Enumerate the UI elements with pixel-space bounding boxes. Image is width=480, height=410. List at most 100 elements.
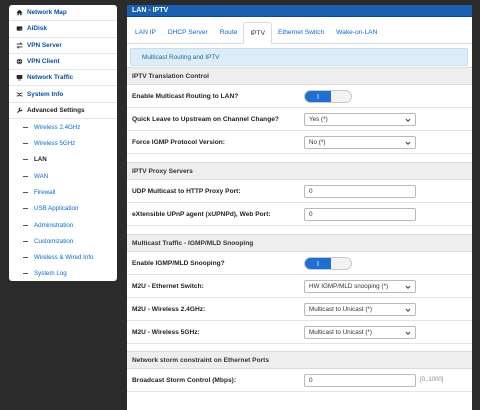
chevron-down-icon [405,331,411,335]
row-m2u-wireless-24: M2U - Wireless 2.4GHz: Multicast to Unic… [127,298,472,321]
toggle-on-indicator: I [305,257,331,269]
page-title: LAN - IPTV [127,5,472,17]
sidebar-subitem-wireless-24[interactable]: Wireless 2.4GHz [9,119,117,135]
tab-dhcp-server[interactable]: DHCP Server [162,21,214,43]
row-force-igmp: Force IGMP Protocol Version: No (*) [127,131,472,154]
sidebar-item-label: System Info [27,90,64,98]
sidebar-item-label: AiDisk [27,25,47,33]
sidebar-item-network-traffic[interactable]: Network Traffic [9,70,117,87]
input-value: 0 [309,187,313,195]
chevron-down-icon [405,118,411,122]
m2u-wireless-5-select[interactable]: Multicast to Unicast (*) [304,325,416,339]
sidebar-subitem-label: WAN [34,172,49,180]
m2u-ethernet-select[interactable]: HW IGMP/MLD snooping (*) [304,279,416,293]
section-heading: IPTV Translation Control [127,67,472,85]
sidebar-subitem-customization[interactable]: Customization [9,233,117,249]
dash-icon [23,257,28,259]
dash-icon [23,159,28,161]
sidebar-subitem-administration[interactable]: Administration [9,217,117,233]
toggle-on-indicator: I [305,90,331,102]
igmp-snooping-toggle[interactable]: I [304,256,352,270]
select-value: HW IGMP/MLD snooping (*) [309,282,389,290]
tab-route[interactable]: Route [214,21,244,43]
main-panel: LAN - IPTV LAN IP DHCP Server Route IPTV… [127,5,472,410]
chevron-down-icon [405,285,411,289]
xupnpd-port-input[interactable]: 0 [304,207,416,221]
sidebar-subitem-label: Wireless 2.4GHz [34,123,81,131]
sidebar-subitem-label: Wireless & Wired Info [34,254,94,262]
sidebar-item-system-info[interactable]: System Info [9,86,117,103]
field-label: UDP Multicast to HTTP Proxy Port: [132,187,241,195]
multicast-routing-toggle[interactable]: I [304,89,352,103]
tab-ethernet-switch[interactable]: Ethernet Switch [272,21,330,43]
range-hint: [0..1000] [420,377,444,383]
home-icon [14,9,24,16]
sidebar-item-advanced-settings[interactable]: Advanced Settings [9,103,117,120]
dash-icon [23,224,28,226]
sidebar-subitem-wireless-5[interactable]: Wireless 5GHz [9,135,117,151]
chevron-down-icon [405,308,411,312]
field-label: M2U - Wireless 5GHz: [132,328,200,336]
row-enable-snooping: Enable IGMP/MLD Snooping? I [127,252,472,275]
select-value: Yes (*) [309,115,328,123]
select-value: Multicast to Unicast (*) [309,305,372,313]
row-quick-leave: Quick Leave to Upstream on Channel Chang… [127,108,472,131]
row-multicast-routing: Enable Multicast Routing to LAN? I [127,85,472,108]
sidebar: Network Map AiDisk VPN Server VPN Client… [9,5,117,281]
section-iptv-translation: IPTV Translation Control Enable Multicas… [127,67,472,154]
dash-icon [23,143,28,145]
sidebar-item-aidisk[interactable]: AiDisk [9,21,117,38]
section-storm-constraint: Network storm constraint on Ethernet Por… [127,351,472,392]
section-heading: Multicast Traffic - IGMP/MLD Snooping [127,234,472,252]
sidebar-subitem-wireless-wired-info[interactable]: Wireless & Wired Info [9,249,117,265]
row-udp-proxy-port: UDP Multicast to HTTP Proxy Port: 0 [127,180,472,203]
sidebar-subitem-wan[interactable]: WAN [9,168,117,184]
sidebar-item-vpn-client[interactable]: VPN Client [9,54,117,71]
sidebar-item-label: Advanced Settings [27,106,85,114]
broadcast-storm-input[interactable]: 0 [304,373,416,387]
tab-wake-on-lan[interactable]: Wake-on-LAN [330,21,383,43]
sidebar-subitem-label: USB Application [34,205,79,213]
field-label: M2U - Ethernet Switch: [132,282,204,290]
dash-icon [23,175,28,177]
quick-leave-select[interactable]: Yes (*) [304,112,416,126]
sidebar-subitem-label: LAN [34,156,47,164]
tab-iptv[interactable]: IPTV [243,22,272,44]
dash-icon [23,240,28,242]
sidebar-subitem-label: Firewall [34,188,56,196]
sidebar-subitem-label: Customization [34,237,74,245]
sidebar-subitem-usb-application[interactable]: USB Application [9,201,117,217]
sidebar-subitem-label: Wireless 5GHz [34,140,76,148]
section-iptv-proxy: IPTV Proxy Servers UDP Multicast to HTTP… [127,162,472,226]
info-banner: Multicast Routing and IPTV [130,48,468,66]
row-m2u-ethernet: M2U - Ethernet Switch: HW IGMP/MLD snoop… [127,275,472,298]
sidebar-subitem-firewall[interactable]: Firewall [9,184,117,200]
sidebar-item-vpn-server[interactable]: VPN Server [9,38,117,54]
sidebar-item-label: VPN Server [27,41,62,49]
tab-bar: LAN IP DHCP Server Route IPTV Ethernet S… [127,22,472,44]
sidebar-subitem-lan[interactable]: LAN [9,152,117,168]
sidebar-item-network-map[interactable]: Network Map [9,5,117,22]
tab-lan-ip[interactable]: LAN IP [129,21,162,43]
drive-icon [14,25,24,32]
sidebar-item-label: Network Map [27,9,67,17]
chevron-down-icon [405,141,411,145]
dash-icon [23,191,28,193]
select-value: No (*) [309,138,326,146]
field-label: Broadcast Storm Control (Mbps): [132,376,237,384]
dash-icon [23,273,28,275]
sidebar-item-label: VPN Client [27,58,60,66]
field-label: eXtensible UPnP agent (xUPNPd), Web Port… [132,210,271,218]
dash-icon [23,126,28,128]
sidebar-subitem-label: System Log [34,270,67,278]
field-label: Force IGMP Protocol Version: [132,138,225,146]
force-igmp-select[interactable]: No (*) [304,135,416,149]
section-heading: Network storm constraint on Ethernet Por… [127,351,472,369]
sidebar-subitem-system-log[interactable]: System Log [9,266,117,281]
udp-proxy-port-input[interactable]: 0 [304,184,416,198]
field-label: Enable Multicast Routing to LAN? [132,92,239,100]
m2u-wireless-24-select[interactable]: Multicast to Unicast (*) [304,302,416,316]
section-heading: IPTV Proxy Servers [127,162,472,180]
input-value: 0 [309,210,313,218]
monitor-icon [14,74,24,81]
